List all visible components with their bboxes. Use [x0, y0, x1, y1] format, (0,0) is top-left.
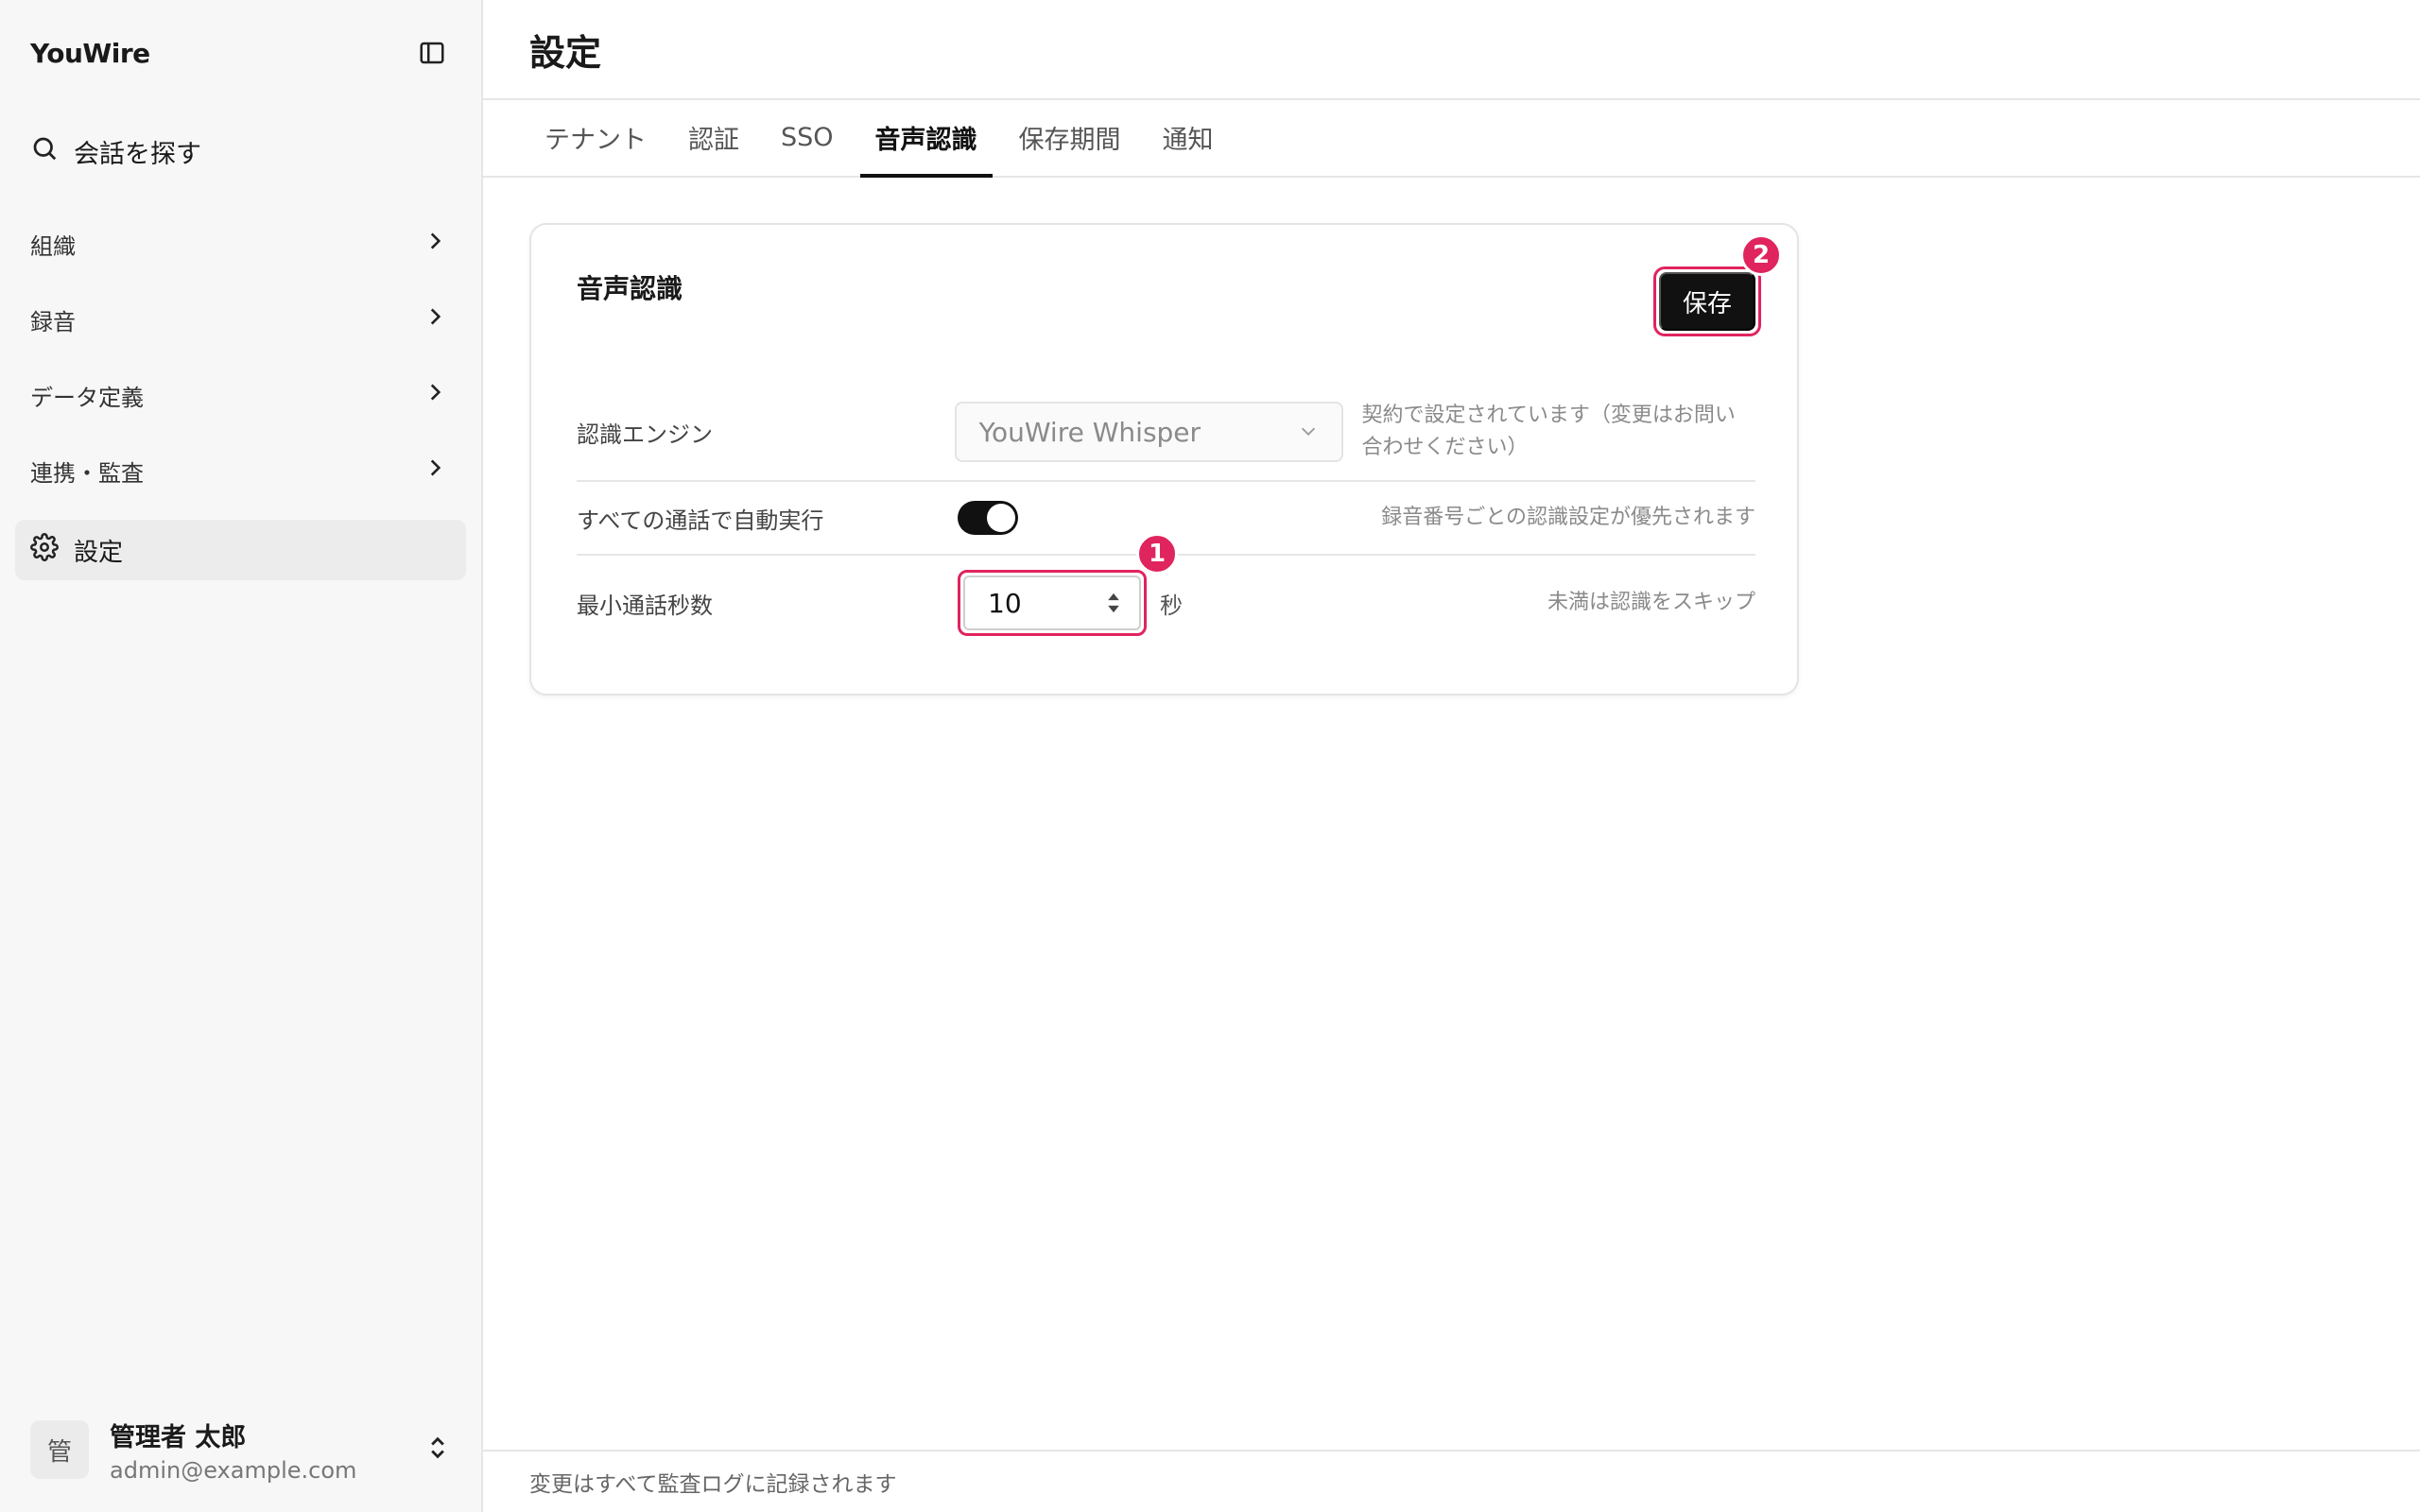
- tab-speech-recognition[interactable]: 音声認識: [859, 98, 993, 178]
- engine-row: 認識エンジン YouWire Whisper 契約で設定されています（変更はお問…: [577, 384, 1755, 482]
- sidebar-item-integration-audit[interactable]: 連携・監査: [0, 433, 481, 508]
- engine-note-line: 合わせください）: [1361, 436, 1529, 459]
- search-conversations[interactable]: 会話を探す: [0, 106, 481, 197]
- sidebar-item-label: データ定義: [30, 384, 144, 411]
- speech-recognition-card: 音声認識 保存 2 認識エンジン YouWire Whisper 契約で設定され…: [529, 223, 1799, 696]
- app-root: YouWire 会話を探す 組織 録音 データ定義 連携・監査 設定 管 管理者…: [0, 0, 2420, 1512]
- engine-label: 認識エンジン: [577, 421, 713, 448]
- tab-auth[interactable]: 認証: [673, 98, 754, 176]
- sidebar-toggle-icon[interactable]: [413, 34, 451, 72]
- gear-icon: [30, 532, 59, 568]
- min-seconds-input[interactable]: 10: [963, 576, 1141, 630]
- number-stepper-icon[interactable]: [1105, 591, 1122, 615]
- engine-note-line: 契約で設定されています（変更はお問い: [1361, 404, 1736, 427]
- chevron-right-icon: [423, 304, 447, 335]
- chevron-down-icon: [1298, 417, 1319, 448]
- engine-select-value: YouWire Whisper: [978, 416, 1201, 448]
- page-header: 設定: [483, 0, 2420, 100]
- tab-notifications[interactable]: 通知: [1148, 98, 1229, 176]
- user-menu[interactable]: 管 管理者 太郎 admin@example.com: [0, 1387, 481, 1512]
- sidebar-item-recording[interactable]: 録音: [0, 282, 481, 357]
- min-seconds-label: 最小通話秒数: [577, 592, 713, 619]
- user-info: 管理者 太郎 admin@example.com: [110, 1417, 404, 1484]
- sidebar: YouWire 会話を探す 組織 録音 データ定義 連携・監査 設定 管 管理者…: [0, 0, 483, 1512]
- sidebar-item-organization[interactable]: 組織: [0, 206, 481, 282]
- sidebar-item-settings[interactable]: 設定: [15, 520, 466, 580]
- sidebar-nav: 組織 録音 データ定義 連携・監査: [0, 206, 481, 508]
- step-badge: 2: [1740, 234, 1782, 276]
- tab-retention[interactable]: 保存期間: [1004, 98, 1136, 176]
- sidebar-header: YouWire: [0, 0, 481, 106]
- sidebar-item-label: 録音: [30, 308, 76, 335]
- user-name: 管理者 太郎: [110, 1422, 247, 1452]
- engine-note: 契約で設定されています（変更はお問い 合わせください）: [1362, 400, 1755, 464]
- card-title: 音声認識: [577, 273, 683, 304]
- search-icon: [30, 134, 59, 169]
- sidebar-item-label: 組織: [30, 232, 76, 260]
- chevron-right-icon: [423, 455, 447, 486]
- auto-run-toggle[interactable]: [958, 501, 1018, 535]
- search-label: 会話を探す: [74, 139, 201, 169]
- sidebar-item-label: 連携・監査: [30, 459, 144, 487]
- brand-logo-text: YouWire: [30, 37, 150, 69]
- sidebar-item-label: 設定: [74, 538, 124, 567]
- footer-audit-note: 変更はすべて監査ログに記録されます: [483, 1450, 2420, 1512]
- chevron-right-icon: [423, 229, 447, 259]
- auto-run-note: 録音番号ごとの認識設定が優先されます: [1381, 506, 1755, 529]
- min-seconds-value: 10: [988, 587, 1022, 619]
- toggle-knob: [987, 504, 1015, 532]
- sidebar-item-data-definition[interactable]: データ定義: [0, 357, 481, 433]
- auto-run-label: すべての通話で自動実行: [577, 507, 824, 534]
- avatar: 管: [30, 1420, 89, 1479]
- chevron-right-icon: [423, 380, 447, 410]
- step-badge: 1: [1136, 533, 1178, 575]
- min-seconds-unit: 秒: [1160, 592, 1183, 619]
- user-email: admin@example.com: [110, 1456, 357, 1484]
- min-seconds-highlight: 10: [958, 570, 1147, 636]
- chevron-up-down-icon[interactable]: [424, 1435, 451, 1465]
- settings-tabs: テナント 認証 SSO 音声認識 保存期間 通知: [483, 100, 2420, 178]
- tab-tenant[interactable]: テナント: [529, 98, 662, 176]
- save-button-highlight: 保存: [1653, 266, 1761, 336]
- save-button[interactable]: 保存: [1659, 272, 1755, 331]
- tab-sso[interactable]: SSO: [766, 98, 849, 176]
- main-content: 設定 テナント 認証 SSO 音声認識 保存期間 通知 音声認識 保存 2 認識…: [483, 0, 2420, 1512]
- min-seconds-note: 未満は認識をスキップ: [1547, 591, 1755, 614]
- page-title: 設定: [529, 31, 602, 74]
- engine-select: YouWire Whisper: [954, 402, 1343, 462]
